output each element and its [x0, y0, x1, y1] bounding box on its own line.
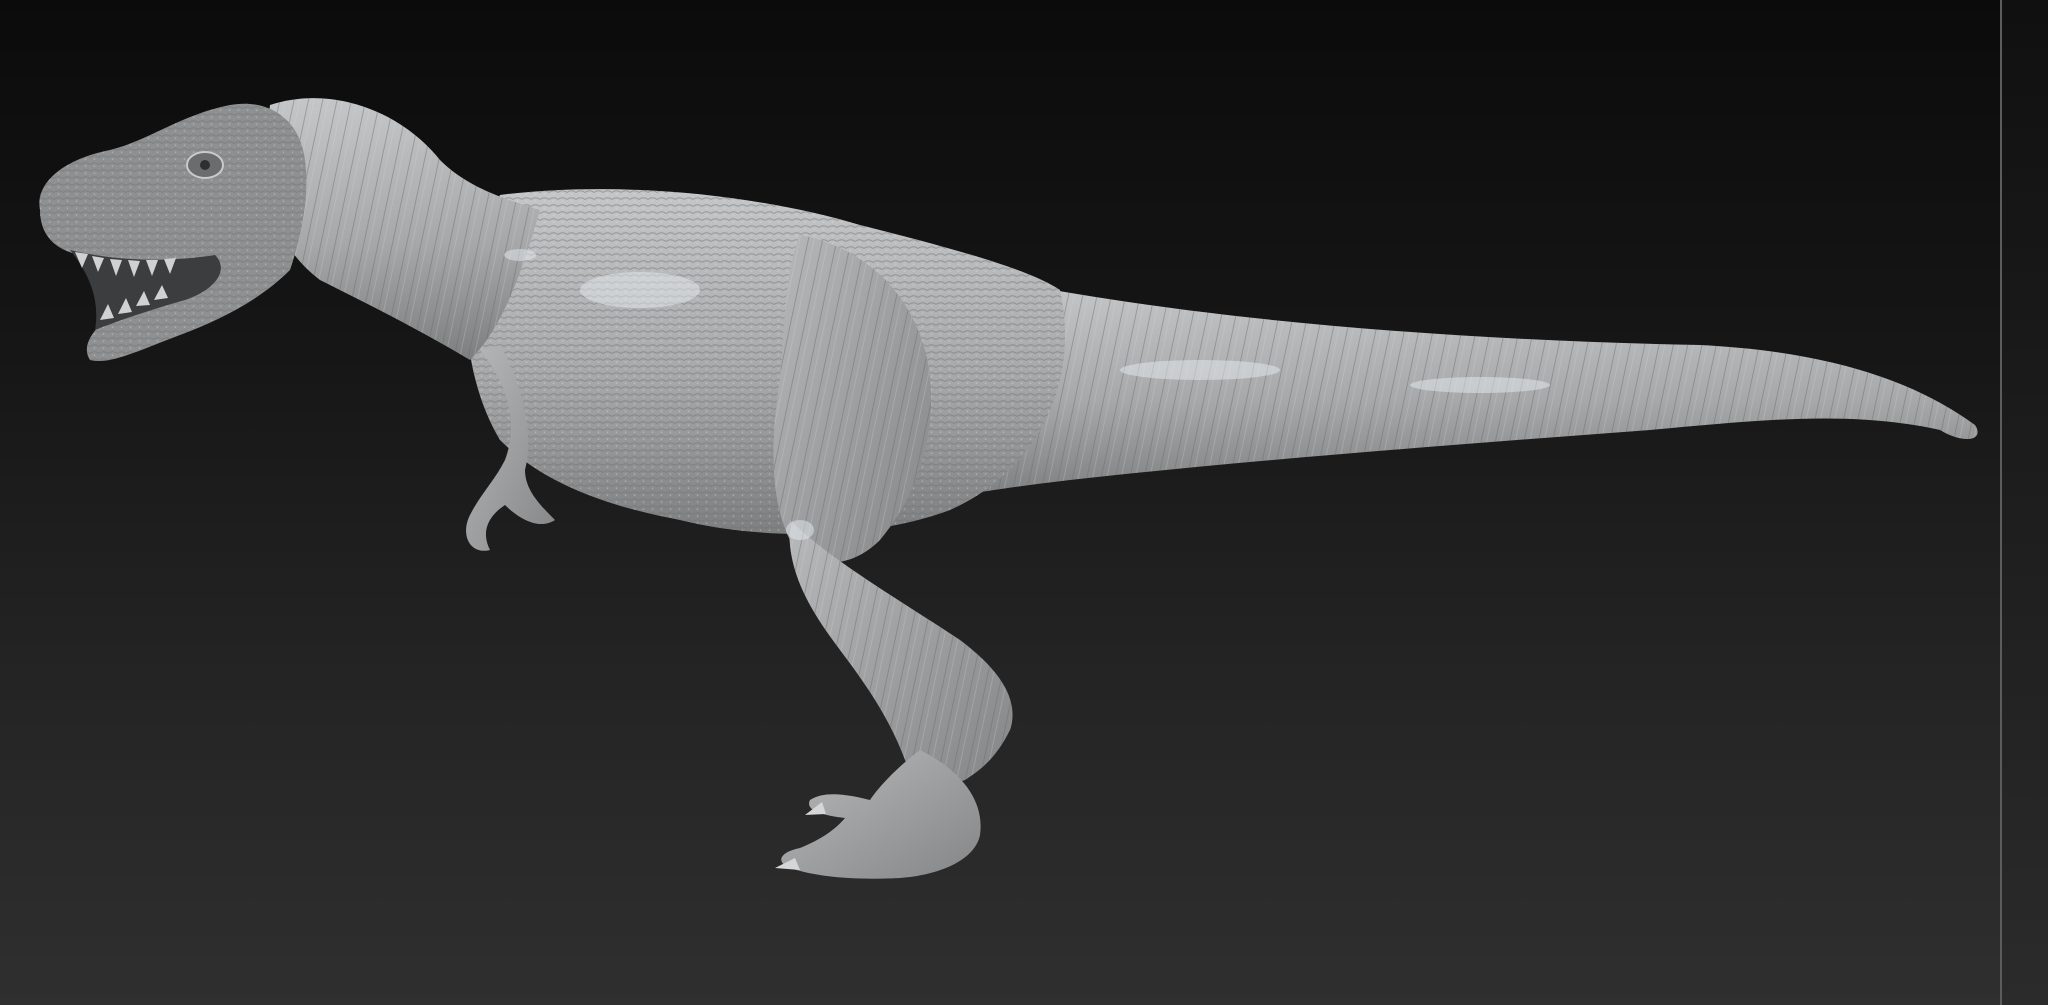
panel-divider[interactable]: [2000, 0, 2002, 1005]
shin-texture: [789, 520, 1013, 784]
trex-pupil: [200, 160, 210, 170]
right-side-panel-edge: [2000, 0, 2048, 1005]
3d-viewport[interactable]: [0, 0, 2000, 1005]
torso-texture: [466, 189, 1066, 534]
trex-model[interactable]: [39, 98, 1978, 879]
model-canvas[interactable]: [0, 0, 2000, 1005]
head-texture: [39, 103, 307, 361]
